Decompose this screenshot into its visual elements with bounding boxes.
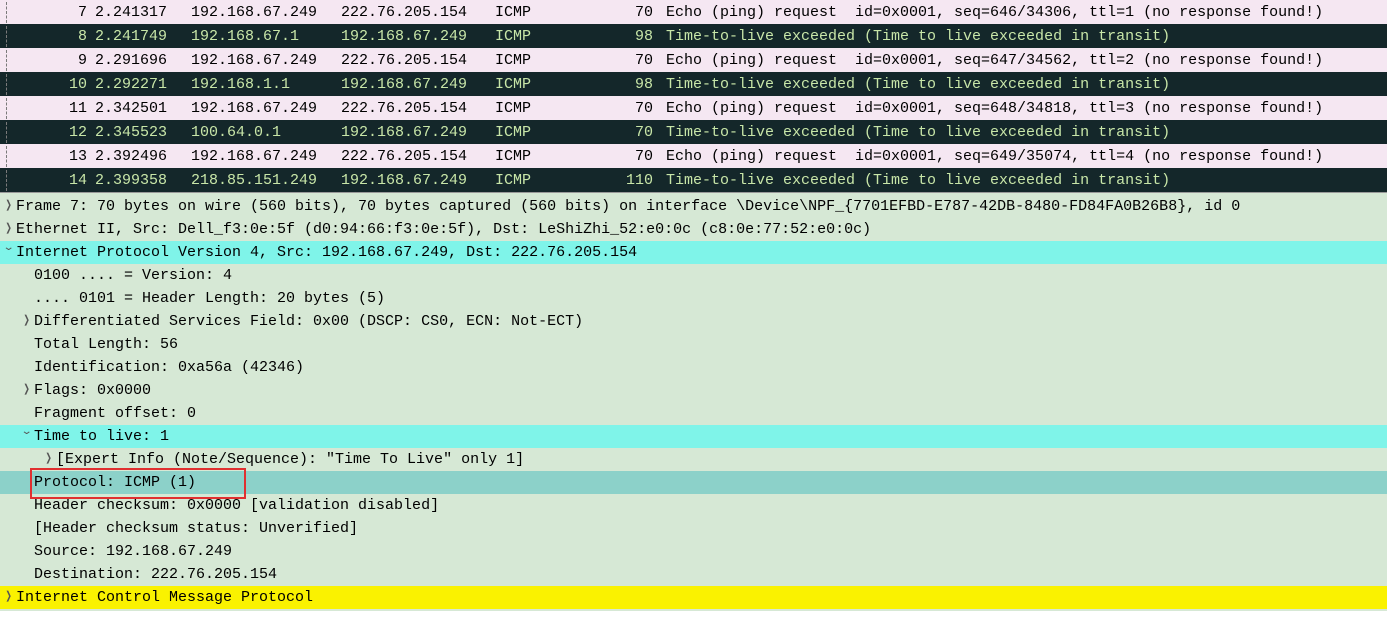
packet-row[interactable]: 102.292271192.168.1.1 192.168.67.249 ICM… [0,72,1387,96]
col-source: 192.168.67.1 [191,26,341,47]
col-destination: 222.76.205.154 [341,146,495,167]
ip-summary[interactable]: Internet Protocol Version 4, Src: 192.16… [0,241,1387,264]
expand-icon[interactable] [20,310,34,333]
ip-protocol-selected[interactable]: Protocol: ICMP (1) [0,471,1387,494]
col-time: 2.291696 [95,50,191,71]
packet-row[interactable]: 142.399358218.85.151.249 192.168.67.249 … [0,168,1387,192]
col-length: 70 [615,2,653,23]
col-destination: 192.168.67.249 [341,122,495,143]
collapse-icon[interactable] [20,425,34,448]
ip-flags[interactable]: Flags: 0x0000 [0,379,1387,402]
col-protocol: ICMP [495,74,615,95]
col-no: 8 [11,26,95,47]
packet-row[interactable]: 112.342501192.168.67.249 222.76.205.154 … [0,96,1387,120]
col-source: 192.168.67.249 [191,146,341,167]
packet-row[interactable]: 132.392496192.168.67.249 222.76.205.154 … [0,144,1387,168]
col-source: 192.168.67.249 [191,50,341,71]
col-time: 2.292271 [95,74,191,95]
ip-ttl[interactable]: Time to live: 1 [0,425,1387,448]
ip-total-length[interactable]: Total Length: 56 [0,333,1387,356]
collapse-icon[interactable] [2,241,16,264]
ip-source[interactable]: Source: 192.168.67.249 [0,540,1387,563]
col-protocol: ICMP [495,26,615,47]
packet-row[interactable]: 122.345523100.64.0.1 192.168.67.249 ICMP… [0,120,1387,144]
packet-row[interactable]: 82.241749192.168.67.1 192.168.67.249 ICM… [0,24,1387,48]
ip-header-length[interactable]: .... 0101 = Header Length: 20 bytes (5) [0,287,1387,310]
packet-row[interactable]: 92.291696192.168.67.249 222.76.205.154 I… [0,48,1387,72]
icmp-summary[interactable]: Internet Control Message Protocol [0,586,1387,609]
expand-icon[interactable] [20,379,34,402]
col-length: 70 [615,146,653,167]
ip-ttl-expert[interactable]: [Expert Info (Note/Sequence): "Time To L… [0,448,1387,471]
col-info: Time-to-live exceeded (Time to live exce… [653,122,1387,143]
ip-destination[interactable]: Destination: 222.76.205.154 [0,563,1387,586]
col-protocol: ICMP [495,122,615,143]
col-length: 70 [615,50,653,71]
packet-row[interactable]: 72.241317192.168.67.249 222.76.205.154 I… [0,0,1387,24]
expand-icon[interactable] [2,195,16,218]
ethernet-summary[interactable]: Ethernet II, Src: Dell_f3:0e:5f (d0:94:6… [0,218,1387,241]
ip-identification[interactable]: Identification: 0xa56a (42346) [0,356,1387,379]
col-length: 98 [615,74,653,95]
col-time: 2.392496 [95,146,191,167]
ip-dsf[interactable]: Differentiated Services Field: 0x00 (DSC… [0,310,1387,333]
col-info: Time-to-live exceeded (Time to live exce… [653,26,1387,47]
ip-text: Internet Protocol Version 4, Src: 192.16… [16,241,637,264]
col-protocol: ICMP [495,50,615,71]
ip-version[interactable]: 0100 .... = Version: 4 [0,264,1387,287]
ip-header-checksum[interactable]: Header checksum: 0x0000 [validation disa… [0,494,1387,517]
col-protocol: ICMP [495,170,615,191]
col-info: Echo (ping) request id=0x0001, seq=646/3… [653,2,1387,23]
col-no: 11 [11,98,95,119]
col-destination: 192.168.67.249 [341,26,495,47]
col-no: 13 [11,146,95,167]
col-source: 218.85.151.249 [191,170,341,191]
col-protocol: ICMP [495,98,615,119]
expand-icon[interactable] [2,586,16,609]
col-destination: 192.168.67.249 [341,170,495,191]
ip-checksum-status[interactable]: [Header checksum status: Unverified] [0,517,1387,540]
col-no: 14 [11,170,95,191]
col-time: 2.241317 [95,2,191,23]
col-destination: 222.76.205.154 [341,50,495,71]
frame-text: Frame 7: 70 bytes on wire (560 bits), 70… [16,195,1240,218]
col-source: 192.168.67.249 [191,98,341,119]
col-info: Time-to-live exceeded (Time to live exce… [653,74,1387,95]
col-length: 110 [615,170,653,191]
expand-icon[interactable] [42,448,56,471]
col-no: 12 [11,122,95,143]
col-length: 98 [615,26,653,47]
col-no: 10 [11,74,95,95]
col-source: 100.64.0.1 [191,122,341,143]
col-time: 2.241749 [95,26,191,47]
col-info: Echo (ping) request id=0x0001, seq=649/3… [653,146,1387,167]
col-info: Time-to-live exceeded (Time to live exce… [653,170,1387,191]
col-protocol: ICMP [495,2,615,23]
col-destination: 222.76.205.154 [341,2,495,23]
col-no: 7 [11,2,95,23]
col-length: 70 [615,98,653,119]
col-info: Echo (ping) request id=0x0001, seq=647/3… [653,50,1387,71]
col-source: 192.168.67.249 [191,2,341,23]
packet-list[interactable]: 72.241317192.168.67.249 222.76.205.154 I… [0,0,1387,193]
col-time: 2.399358 [95,170,191,191]
ip-frag-offset[interactable]: Fragment offset: 0 [0,402,1387,425]
col-source: 192.168.1.1 [191,74,341,95]
col-time: 2.345523 [95,122,191,143]
col-time: 2.342501 [95,98,191,119]
frame-summary[interactable]: Frame 7: 70 bytes on wire (560 bits), 70… [0,195,1387,218]
col-info: Echo (ping) request id=0x0001, seq=648/3… [653,98,1387,119]
packet-details[interactable]: Frame 7: 70 bytes on wire (560 bits), 70… [0,193,1387,611]
col-no: 9 [11,50,95,71]
col-protocol: ICMP [495,146,615,167]
col-length: 70 [615,122,653,143]
eth-text: Ethernet II, Src: Dell_f3:0e:5f (d0:94:6… [16,218,871,241]
col-destination: 222.76.205.154 [341,98,495,119]
col-destination: 192.168.67.249 [341,74,495,95]
